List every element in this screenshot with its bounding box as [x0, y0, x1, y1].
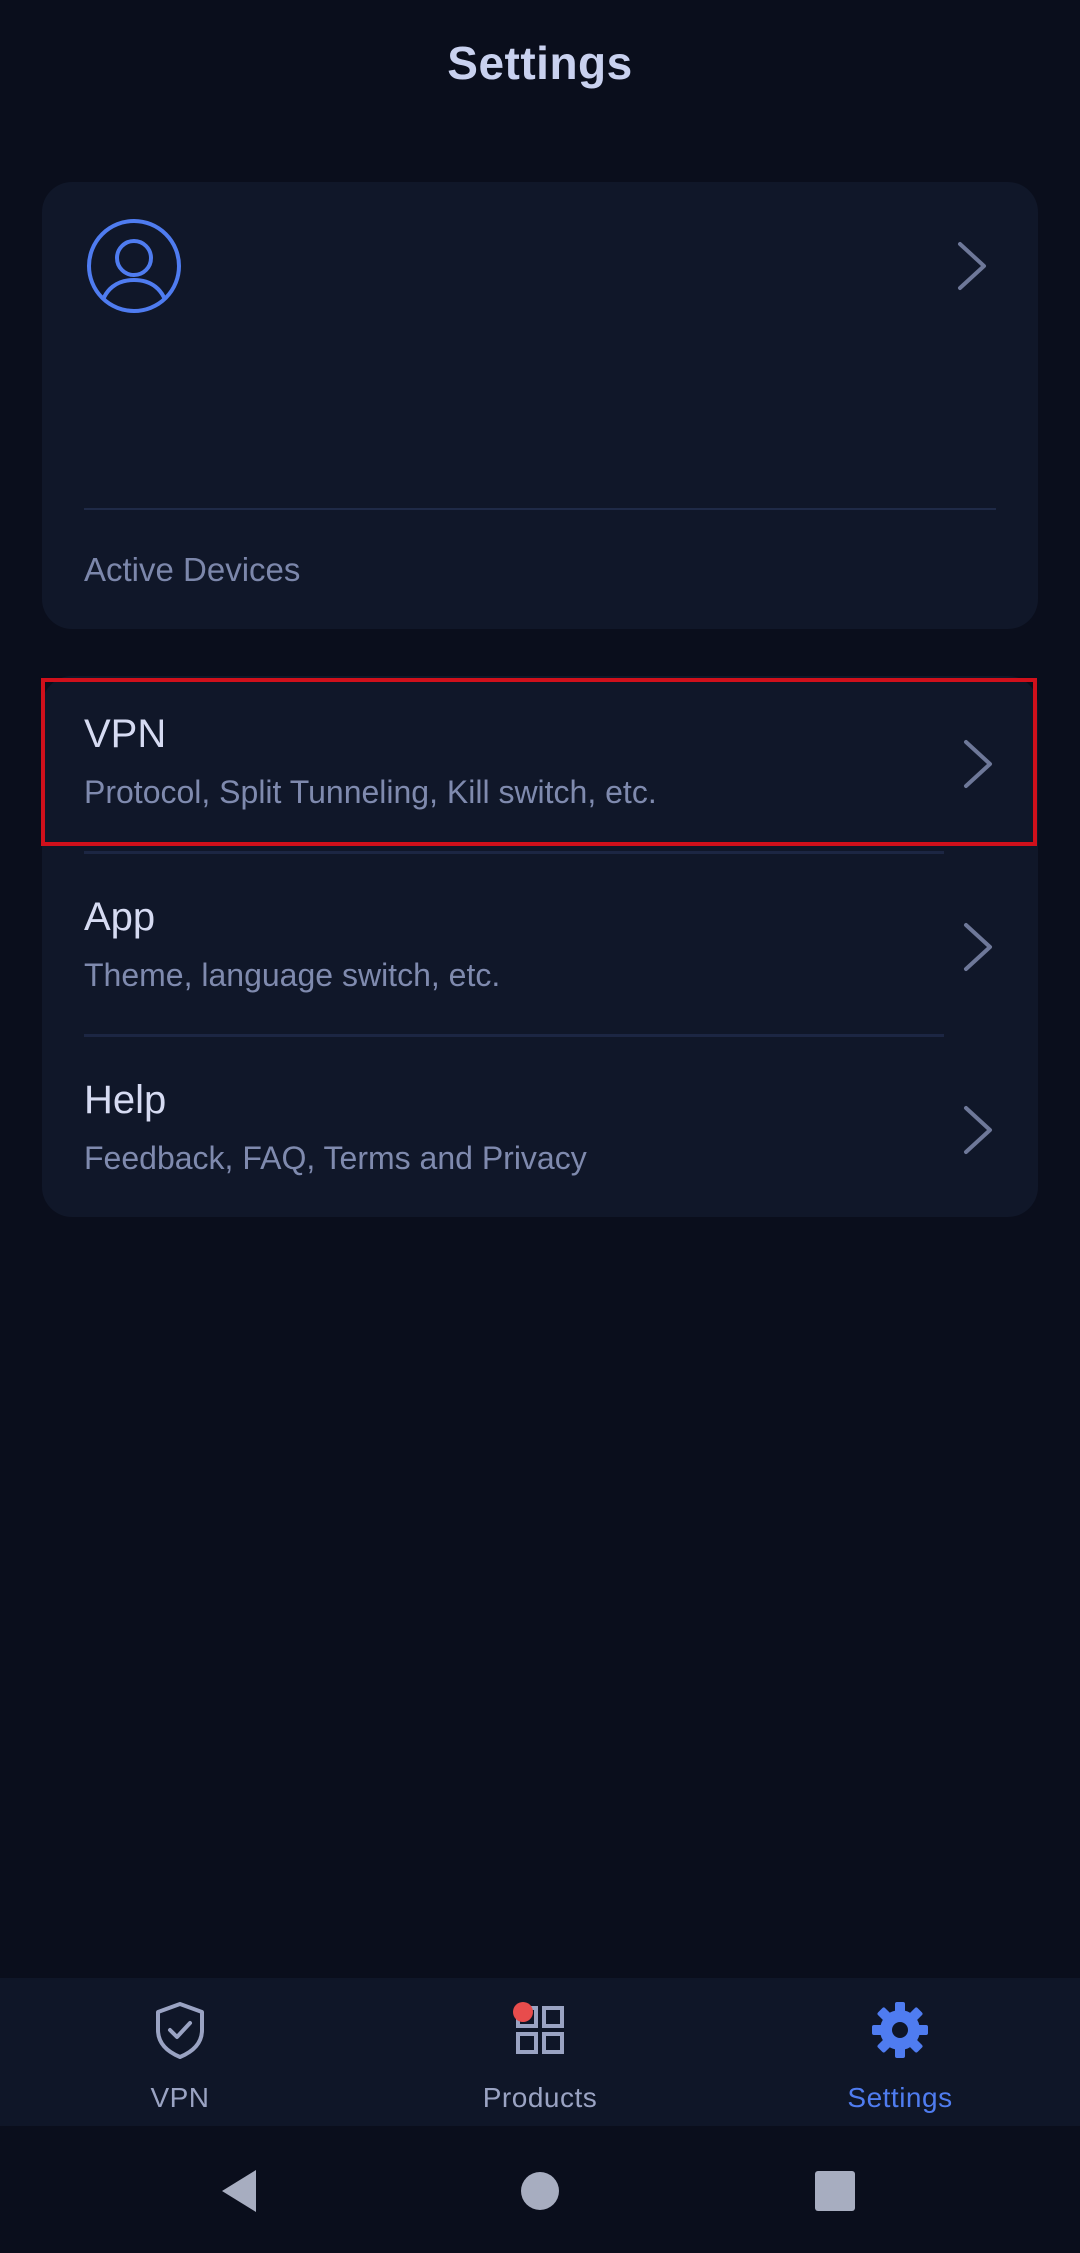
user-avatar-icon — [87, 219, 181, 313]
chevron-right-icon — [964, 923, 992, 971]
system-nav-bar — [0, 2126, 1080, 2253]
nav-tab-products[interactable]: Products — [360, 1978, 720, 2126]
account-divider — [84, 508, 996, 510]
nav-label: Products — [482, 2082, 598, 2113]
settings-item-title: VPN — [84, 712, 167, 756]
active-devices-label[interactable]: Active Devices — [84, 551, 300, 589]
home-icon[interactable] — [515, 2166, 565, 2216]
nav-label: VPN — [150, 2082, 210, 2113]
settings-item-subtitle: Theme, language switch, etc. — [84, 957, 501, 993]
shield-check-icon — [156, 2002, 204, 2059]
nav-tab-vpn[interactable]: VPN — [0, 1978, 360, 2126]
settings-list: VPN Protocol, Split Tunneling, Kill swit… — [42, 676, 1038, 1217]
settings-item-app[interactable]: App Theme, language switch, etc. — [42, 859, 1038, 1029]
chevron-right-icon — [964, 740, 992, 788]
back-icon[interactable] — [216, 2166, 266, 2216]
chevron-right-icon[interactable] — [954, 238, 990, 294]
list-divider — [84, 851, 944, 854]
settings-item-help[interactable]: Help Feedback, FAQ, Terms and Privacy — [42, 1042, 1038, 1212]
settings-item-subtitle: Protocol, Split Tunneling, Kill switch, … — [84, 774, 657, 810]
account-card[interactable]: Active Devices — [42, 182, 1038, 629]
gear-icon — [872, 2002, 928, 2058]
notification-badge — [513, 2002, 533, 2022]
recents-icon[interactable] — [810, 2166, 860, 2216]
settings-item-vpn[interactable]: VPN Protocol, Split Tunneling, Kill swit… — [42, 676, 1038, 846]
settings-item-subtitle: Feedback, FAQ, Terms and Privacy — [84, 1140, 587, 1176]
settings-screen: Settings Active Devices VPN Protocol, Sp… — [0, 0, 1080, 2253]
settings-item-title: App — [84, 895, 156, 939]
chevron-right-icon — [964, 1106, 992, 1154]
nav-label: Settings — [847, 2082, 953, 2113]
page-title: Settings — [447, 37, 633, 89]
list-divider — [84, 1034, 944, 1037]
settings-item-title: Help — [84, 1078, 167, 1122]
bottom-nav: VPN Products Settings — [0, 1978, 1080, 2126]
nav-tab-settings[interactable]: Settings — [720, 1978, 1080, 2126]
